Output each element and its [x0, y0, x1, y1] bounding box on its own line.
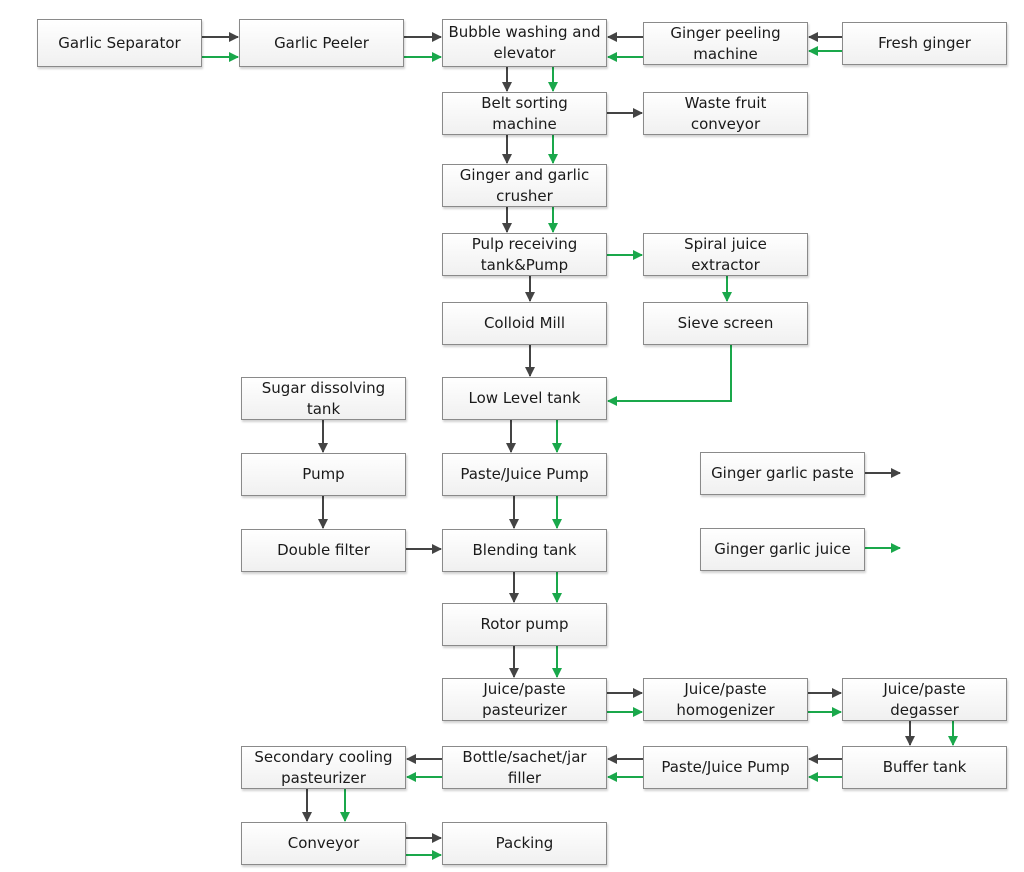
- arrow-sieve-screen-to-low-level-tank-juice: [607, 345, 732, 406]
- node-sugar-tank: Sugar dissolving tank: [241, 377, 406, 420]
- node-pulp-tank: Pulp receiving tank&Pump: [442, 233, 607, 276]
- node-packing: Packing: [442, 822, 607, 865]
- node-pump: Pump: [241, 453, 406, 496]
- node-double-filter: Double filter: [241, 529, 406, 572]
- node-degasser: Juice/paste degasser: [842, 678, 1007, 721]
- legend-paste: Ginger garlic paste: [700, 452, 865, 495]
- node-low-level-tank: Low Level tank: [442, 377, 607, 420]
- node-pasteurizer: Juice/paste pasteurizer: [442, 678, 607, 721]
- process-flow-diagram: Garlic Separator Garlic Peeler Bubble wa…: [0, 0, 1024, 872]
- node-blending-tank: Blending tank: [442, 529, 607, 572]
- node-paste-juice-pump-2: Paste/Juice Pump: [643, 746, 808, 789]
- node-garlic-separator: Garlic Separator: [37, 19, 202, 67]
- node-ginger-peeling: Ginger peeling machine: [643, 22, 808, 65]
- node-spiral-extractor: Spiral juice extractor: [643, 233, 808, 276]
- node-homogenizer: Juice/paste homogenizer: [643, 678, 808, 721]
- node-waste-fruit-conveyor: Waste fruit conveyor: [643, 92, 808, 135]
- node-bubble-washing: Bubble washing and elevator: [442, 19, 607, 67]
- node-sieve-screen: Sieve screen: [643, 302, 808, 345]
- node-colloid-mill: Colloid Mill: [442, 302, 607, 345]
- node-belt-sorting: Belt sorting machine: [442, 92, 607, 135]
- node-paste-juice-pump-1: Paste/Juice Pump: [442, 453, 607, 496]
- node-garlic-peeler: Garlic Peeler: [239, 19, 404, 67]
- node-buffer-tank: Buffer tank: [842, 746, 1007, 789]
- node-fresh-ginger: Fresh ginger: [842, 22, 1007, 65]
- legend-juice: Ginger garlic juice: [700, 528, 865, 571]
- node-crusher: Ginger and garlic crusher: [442, 164, 607, 207]
- node-secondary-cooling: Secondary cooling pasteurizer: [241, 746, 406, 789]
- node-conveyor: Conveyor: [241, 822, 406, 865]
- node-filler: Bottle/sachet/jar filler: [442, 746, 607, 789]
- node-rotor-pump: Rotor pump: [442, 603, 607, 646]
